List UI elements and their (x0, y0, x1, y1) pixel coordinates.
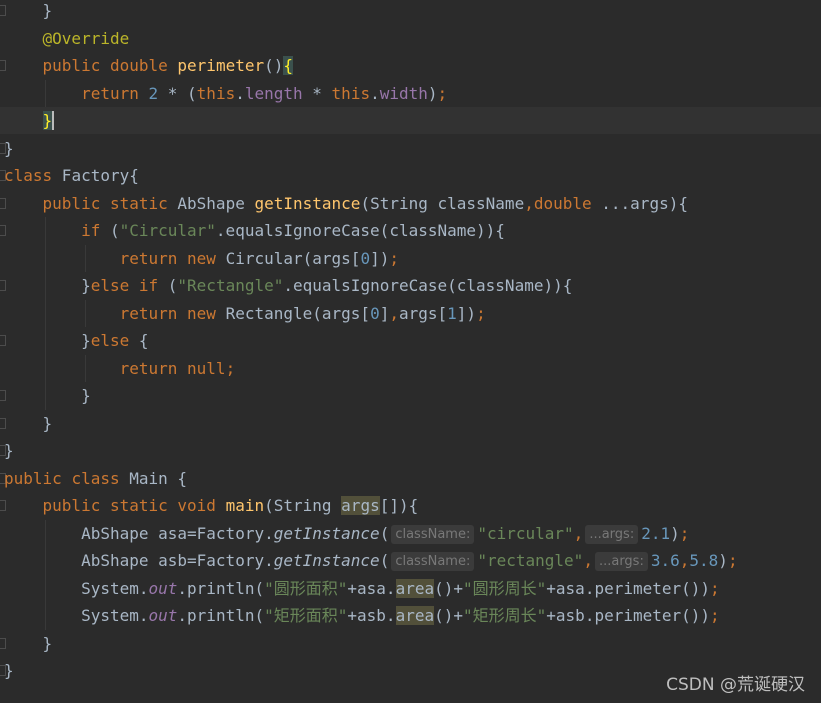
code-text: } (42, 111, 55, 130)
code-text: } (4, 1, 53, 20)
code-line[interactable]: System.out.println("圆形面积"+asa.area()+"圆形… (0, 574, 821, 602)
code-text: return new Circular(args[0]); (119, 248, 399, 268)
code-text: @Override (42, 28, 130, 48)
code-line[interactable]: AbShape asb=Factory.getInstance(classNam… (0, 547, 821, 575)
code-text: return new Rectangle(args[0],args[1]); (119, 303, 486, 323)
code-line[interactable]: if ("Circular".equalsIgnoreCase(classNam… (0, 217, 821, 245)
code-line[interactable]: }else { (0, 327, 821, 355)
code-editor[interactable]: } @Override public double perimeter(){ r… (0, 0, 821, 703)
code-text: class Factory{ (4, 166, 139, 185)
code-text: } (4, 441, 14, 460)
code-text: System.out.println("圆形面积"+asa.area()+"圆形… (4, 578, 720, 598)
code-line[interactable]: class Factory{ (0, 162, 821, 189)
code-line[interactable]: AbShape asa=Factory.getInstance(classNam… (0, 519, 821, 547)
code-text: public double perimeter(){ (42, 56, 294, 75)
code-text: return 2 * (this.length * this.width); (81, 83, 448, 103)
code-text: AbShape asb=Factory.getInstance(classNam… (4, 551, 738, 571)
code-text: public static AbShape getInstance(String… (42, 193, 688, 213)
code-line[interactable]: }else if ("Rectangle".equalsIgnoreCase(c… (0, 272, 821, 300)
code-line[interactable]: public static void main(String args[]){ (0, 492, 821, 519)
code-line[interactable]: public class Main { (0, 465, 821, 492)
code-line[interactable]: return null; (0, 354, 821, 382)
text-caret (52, 111, 55, 130)
code-text: } (4, 138, 14, 158)
code-text: } (4, 386, 91, 405)
code-text: } (4, 633, 53, 653)
code-line[interactable]: } (0, 135, 821, 162)
param-hint: className: (391, 552, 475, 571)
code-text: }else { (4, 331, 149, 350)
code-line[interactable]: return 2 * (this.length * this.width); (0, 79, 821, 107)
code-line[interactable]: return new Rectangle(args[0],args[1]); (0, 299, 821, 327)
code-text: if ("Circular".equalsIgnoreCase(classNam… (81, 221, 505, 240)
code-line[interactable]: @Override (0, 25, 821, 52)
code-line[interactable]: } (0, 107, 821, 134)
code-line[interactable]: } (0, 437, 821, 464)
code-line[interactable]: public static AbShape getInstance(String… (0, 190, 821, 217)
code-text: System.out.println("矩形面积"+asb.area()+"矩形… (4, 606, 720, 625)
code-text: } (4, 661, 14, 680)
code-line[interactable]: public double perimeter(){ (0, 52, 821, 79)
code-line[interactable]: return new Circular(args[0]); (0, 244, 821, 272)
code-line[interactable]: } (0, 0, 821, 24)
code-text: } (4, 413, 53, 433)
watermark: CSDN @荒诞硬汉 (666, 675, 805, 695)
code-line[interactable]: } (0, 630, 821, 657)
code-line[interactable]: System.out.println("矩形面积"+asb.area()+"矩形… (0, 602, 821, 630)
code-line[interactable]: } (0, 410, 821, 437)
code-text: AbShape asa=Factory.getInstance(classNam… (4, 523, 690, 544)
code-line[interactable]: } (0, 382, 821, 410)
param-hint: className: (391, 524, 475, 544)
code-text: public static void main(String args[]){ (42, 496, 419, 515)
code-text: return null; (119, 358, 236, 378)
param-hint: ...args: (594, 552, 648, 571)
code-text: }else if ("Rectangle".equalsIgnoreCase(c… (4, 276, 573, 295)
code-text: public class Main { (4, 468, 188, 488)
param-hint: ...args: (585, 524, 639, 544)
